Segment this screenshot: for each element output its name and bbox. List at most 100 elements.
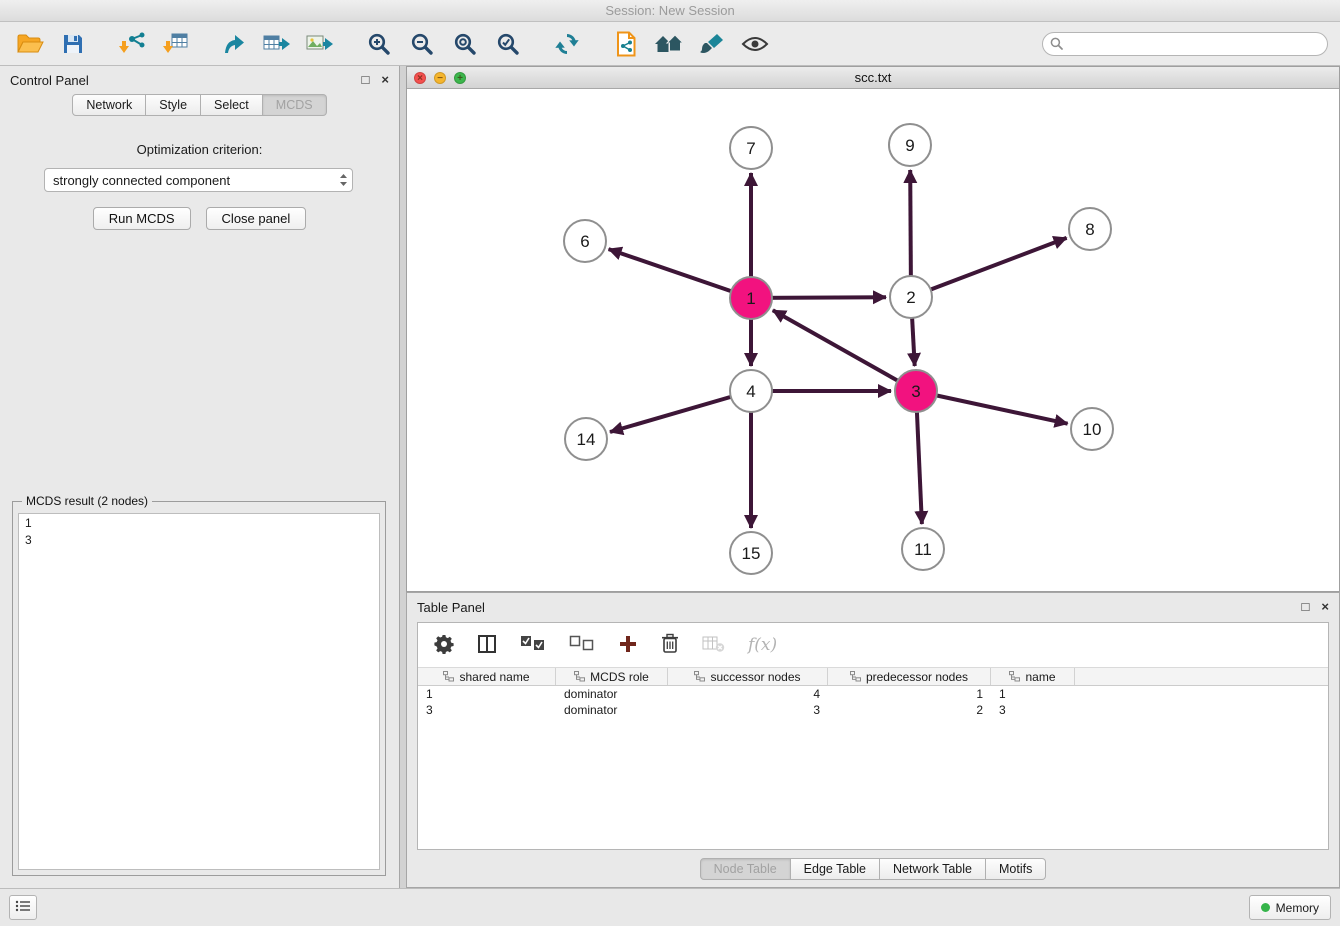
close-window-icon[interactable]: × [414, 72, 426, 84]
graph-edge[interactable] [610, 391, 751, 432]
graph-node[interactable]: 11 [902, 528, 944, 570]
column-header-shared-name[interactable]: shared name [418, 668, 556, 685]
zoom-fit-icon [453, 32, 477, 56]
svg-text:4: 4 [746, 382, 755, 401]
tab-style[interactable]: Style [146, 94, 201, 116]
svg-text:10: 10 [1083, 420, 1102, 439]
columns-button[interactable] [477, 634, 497, 657]
export-table-button[interactable] [259, 26, 295, 62]
zoom-in-button[interactable] [361, 26, 397, 62]
column-header-MCDS-role[interactable]: MCDS role [556, 668, 668, 685]
graph-node[interactable]: 14 [565, 418, 607, 460]
gear-button[interactable] [434, 634, 454, 657]
close-icon[interactable]: × [381, 73, 389, 87]
status-bar: Memory [0, 888, 1340, 926]
graph-edge[interactable] [773, 310, 916, 391]
list-icon [15, 899, 31, 916]
graph-node[interactable]: 9 [889, 124, 931, 166]
optimization-criterion-label: Optimization criterion: [0, 142, 399, 157]
column-header-successor-nodes[interactable]: successor nodes [668, 668, 828, 685]
table-panel-window-buttons: □× [1302, 600, 1329, 614]
table-panel-header: Table Panel □× [407, 593, 1339, 621]
delete-column-button[interactable] [661, 633, 679, 657]
network-canvas[interactable]: 7 9 6 8 1 2 4 3 14 10 15 11 [407, 89, 1339, 591]
zoom-fit-button[interactable] [447, 26, 483, 62]
open-session-icon [17, 33, 44, 55]
graph-node[interactable]: 3 [895, 370, 937, 412]
graph-node[interactable]: 8 [1069, 208, 1111, 250]
graph-node[interactable]: 2 [890, 276, 932, 318]
zoom-out-button[interactable] [404, 26, 440, 62]
column-sort-icon [694, 671, 705, 682]
table-cell: 2 [828, 703, 991, 717]
mcds-result-item[interactable]: 1 [25, 515, 373, 532]
tab-motifs[interactable]: Motifs [986, 858, 1046, 880]
clone-network-button[interactable] [608, 26, 644, 62]
graph-node[interactable]: 7 [730, 127, 772, 169]
table-row[interactable]: 1dominator411 [418, 686, 1328, 702]
control-panel: Control Panel □× NetworkStyleSelectMCDS … [0, 66, 400, 888]
graph-node[interactable]: 4 [730, 370, 772, 412]
control-panel-window-buttons: □× [362, 73, 389, 87]
graph-edge[interactable] [609, 249, 751, 298]
criterion-select[interactable]: strongly connected component [44, 168, 353, 192]
save-session-button[interactable] [55, 26, 91, 62]
run-mcds-button[interactable]: Run MCDS [93, 207, 191, 230]
zoom-window-icon[interactable]: + [454, 72, 466, 84]
zoom-selected-button[interactable] [490, 26, 526, 62]
apply-style-button[interactable] [694, 26, 730, 62]
mcds-result-list[interactable]: 13 [18, 513, 380, 870]
minimize-window-icon[interactable]: − [434, 72, 446, 84]
table-row[interactable]: 3dominator323 [418, 702, 1328, 718]
tab-select[interactable]: Select [201, 94, 263, 116]
table-cell: dominator [556, 703, 668, 717]
graph-node[interactable]: 10 [1071, 408, 1113, 450]
search-input[interactable] [1042, 32, 1328, 56]
toggle-view-icon [741, 35, 769, 53]
select-all-button[interactable] [520, 635, 546, 655]
graph-edge[interactable] [916, 391, 1068, 424]
float-icon[interactable]: □ [1302, 600, 1310, 614]
home-view-button[interactable] [651, 26, 687, 62]
svg-text:1: 1 [746, 289, 755, 308]
export-image-button[interactable] [302, 26, 338, 62]
tab-network-table[interactable]: Network Table [880, 858, 986, 880]
add-column-button[interactable] [618, 634, 638, 657]
graph-node[interactable]: 15 [730, 532, 772, 574]
close-icon[interactable]: × [1321, 600, 1329, 614]
import-table-button[interactable] [157, 26, 193, 62]
export-image-icon [306, 32, 334, 56]
memory-label: Memory [1276, 901, 1319, 915]
table-cell: 1 [828, 687, 991, 701]
column-header-predecessor-nodes[interactable]: predecessor nodes [828, 668, 991, 685]
network-view-title: scc.txt [855, 70, 892, 85]
memory-button[interactable]: Memory [1249, 895, 1331, 920]
column-label: name [1025, 670, 1055, 684]
export-network-button[interactable] [216, 26, 252, 62]
graph-node[interactable]: 6 [564, 220, 606, 262]
toggle-view-button[interactable] [737, 26, 773, 62]
open-session-button[interactable] [12, 26, 48, 62]
clone-network-icon [615, 31, 637, 57]
unselect-all-button[interactable] [569, 635, 595, 655]
tab-edge-table[interactable]: Edge Table [791, 858, 880, 880]
table-cell: dominator [556, 687, 668, 701]
node-table-container: f(x) shared nameMCDS rolesuccessor nodes… [417, 622, 1329, 850]
tab-node-table[interactable]: Node Table [700, 858, 791, 880]
refresh-button[interactable] [549, 26, 585, 62]
close-panel-button[interactable]: Close panel [206, 207, 307, 230]
table-cell: 3 [991, 703, 1075, 717]
graph-edge[interactable] [911, 238, 1067, 297]
tab-mcds[interactable]: MCDS [263, 94, 327, 116]
delete-column-icon [661, 633, 679, 657]
mcds-result-item[interactable]: 3 [25, 532, 373, 549]
float-icon[interactable]: □ [362, 73, 370, 87]
svg-text:3: 3 [911, 382, 920, 401]
column-sort-icon [574, 671, 585, 682]
fx-button: f(x) [748, 635, 777, 655]
column-header-name[interactable]: name [991, 668, 1075, 685]
import-network-button[interactable] [114, 26, 150, 62]
panel-menu-button[interactable] [9, 895, 37, 920]
tab-network[interactable]: Network [72, 94, 146, 116]
graph-node[interactable]: 1 [730, 277, 772, 319]
